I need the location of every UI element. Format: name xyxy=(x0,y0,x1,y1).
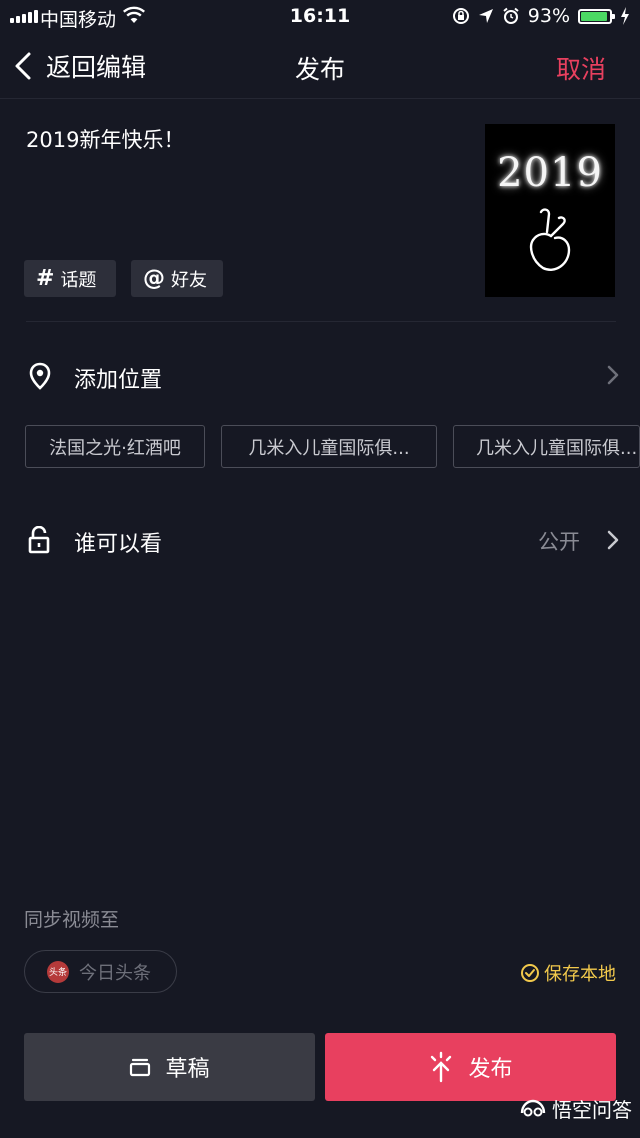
location-suggestion-chip[interactable]: 法国之光·红酒吧 xyxy=(25,425,205,468)
video-thumbnail[interactable]: 2019 xyxy=(485,124,615,297)
location-arrow-icon xyxy=(478,9,493,23)
wukong-logo-icon xyxy=(520,1099,546,1116)
rotation-lock-icon xyxy=(452,8,469,24)
battery-icon xyxy=(578,8,615,24)
location-pin-icon xyxy=(29,362,51,390)
topic-chip[interactable]: # 话题 xyxy=(24,260,116,297)
friend-chip-label: 好友 xyxy=(171,269,207,291)
section-divider xyxy=(26,321,616,322)
hashtag-icon: # xyxy=(36,266,55,291)
sync-label: 同步视频至 xyxy=(24,909,120,931)
draft-label: 草稿 xyxy=(165,1057,210,1082)
caption-text[interactable]: 2019新年快乐！ xyxy=(26,124,184,154)
chevron-right-icon xyxy=(607,365,619,385)
save-draft-button[interactable]: 草稿 xyxy=(24,1033,315,1101)
privacy-value: 公开 xyxy=(538,530,580,554)
upload-spark-icon xyxy=(431,1051,452,1083)
cancel-button[interactable]: 取消 xyxy=(556,50,606,86)
check-circle-icon xyxy=(521,964,539,982)
add-location-row[interactable]: 添加位置 xyxy=(0,350,640,400)
watermark-text: 悟空问答 xyxy=(552,1098,632,1122)
location-suggestion-chip[interactable]: 几米入儿童国际俱... xyxy=(221,425,437,468)
finger-heart-icon xyxy=(529,208,571,271)
page-title: 发布 xyxy=(294,55,345,84)
mention-friend-chip[interactable]: @ 好友 xyxy=(131,260,223,297)
publish-label: 发布 xyxy=(468,1057,513,1082)
watermark: 悟空问答 xyxy=(518,1094,632,1123)
status-bar: 中国移动 16:11 93% xyxy=(0,0,640,34)
save-local-label: 保存本地 xyxy=(544,964,616,985)
draft-box-icon xyxy=(130,1058,151,1077)
toutiao-sync-toggle[interactable]: 头条 今日头条 xyxy=(24,950,177,993)
charging-icon xyxy=(621,7,629,25)
topic-chip-label: 话题 xyxy=(60,269,97,291)
publish-button[interactable]: 发布 xyxy=(325,1033,616,1101)
toutiao-logo: 头条 xyxy=(47,960,69,983)
nav-divider xyxy=(0,98,640,99)
unlock-icon xyxy=(28,526,50,554)
thumbnail-year-text: 2019 xyxy=(497,150,603,196)
toutiao-label: 今日头条 xyxy=(79,962,151,984)
privacy-label: 谁可以看 xyxy=(74,532,163,557)
alarm-icon xyxy=(503,7,519,24)
add-location-label: 添加位置 xyxy=(74,368,163,393)
chevron-right-icon xyxy=(607,530,619,550)
location-suggestion-chip[interactable]: 几米入儿童国际俱... xyxy=(453,425,640,468)
save-local-toggle[interactable]: 保存本地 xyxy=(520,960,616,986)
at-sign-icon: @ xyxy=(143,266,165,291)
battery-percent: 93% xyxy=(527,5,570,27)
